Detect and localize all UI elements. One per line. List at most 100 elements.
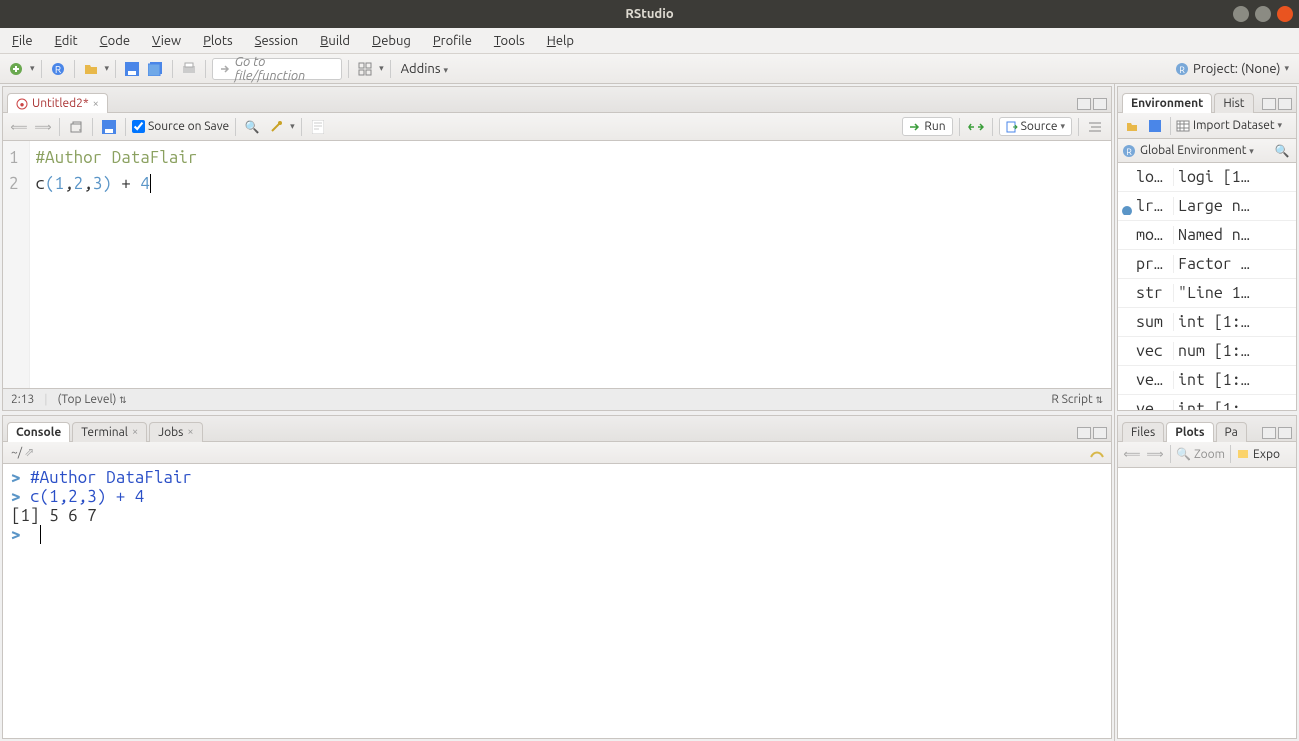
clear-console-icon[interactable] xyxy=(1089,445,1105,459)
report-icon[interactable] xyxy=(308,117,328,137)
export-button[interactable]: Export xyxy=(1236,448,1281,461)
env-row[interactable]: ve…int [1:… xyxy=(1118,395,1296,410)
tab-history[interactable]: History xyxy=(1214,93,1254,113)
scope-selector[interactable]: (Top Level) ⇅ xyxy=(58,393,127,406)
back-icon[interactable]: ⟸ xyxy=(9,117,29,137)
save-workspace-icon[interactable] xyxy=(1145,116,1165,136)
env-scope-selector[interactable]: Global Environment ▾ xyxy=(1140,144,1254,157)
env-row[interactable]: lo…logi [1… xyxy=(1118,163,1296,192)
export-icon xyxy=(1236,448,1250,460)
menu-edit[interactable]: Edit xyxy=(51,32,82,50)
popout-icon[interactable] xyxy=(66,117,86,137)
close-terminal-icon[interactable]: × xyxy=(132,426,138,438)
svg-text:R: R xyxy=(1126,147,1132,157)
code-area[interactable]: #Author DataFlairc(1,2,3) + 4 xyxy=(30,141,1111,388)
print-icon[interactable] xyxy=(179,59,199,79)
minimize-button[interactable] xyxy=(1233,6,1249,22)
console-tabbar: Console Terminal × Jobs × xyxy=(3,416,1111,442)
minimize-env-icon[interactable] xyxy=(1262,98,1276,110)
console-path-bar: ~/ ⇗ xyxy=(3,442,1111,464)
gutter: 12 xyxy=(3,141,30,388)
menu-code[interactable]: Code xyxy=(96,32,134,50)
tab-environment[interactable]: Environment xyxy=(1122,93,1212,113)
env-row[interactable]: pr…Factor … xyxy=(1118,250,1296,279)
close-jobs-icon[interactable]: × xyxy=(187,426,193,438)
minimize-console-icon[interactable] xyxy=(1077,427,1091,439)
forward-icon[interactable]: ⟹ xyxy=(33,117,53,137)
open-icon[interactable] xyxy=(81,59,101,79)
save-all-icon[interactable] xyxy=(146,59,166,79)
console-output[interactable]: > #Author DataFlair> c(1,2,3) + 4[1] 5 6… xyxy=(3,464,1111,739)
open-caret[interactable]: ▾ xyxy=(105,63,110,74)
env-row[interactable]: ve…int [1:… xyxy=(1118,366,1296,395)
language-selector[interactable]: R Script ⇅ xyxy=(1051,393,1103,406)
menu-plots[interactable]: Plots xyxy=(199,32,237,50)
window-title: RStudio xyxy=(0,7,1299,21)
env-row[interactable]: vecnum [1:… xyxy=(1118,337,1296,366)
wand-icon[interactable] xyxy=(266,117,286,137)
run-button[interactable]: Run xyxy=(902,117,952,136)
plots-toolbar: ⟸ ⟹ 🔍 Zoom Export xyxy=(1118,442,1296,468)
goto-arrow-icon xyxy=(219,63,231,75)
maximize-console-icon[interactable] xyxy=(1093,427,1107,439)
import-dataset-button[interactable]: Import Dataset ▾ xyxy=(1176,119,1282,132)
menu-profile[interactable]: Profile xyxy=(429,32,476,50)
menu-debug[interactable]: Debug xyxy=(368,32,415,50)
menu-session[interactable]: Session xyxy=(251,32,302,50)
menu-tools[interactable]: Tools xyxy=(490,32,529,50)
tab-files[interactable]: Files xyxy=(1122,422,1164,442)
minimize-plots-icon[interactable] xyxy=(1262,427,1276,439)
console-path: ~/ xyxy=(11,446,22,459)
menu-view[interactable]: View xyxy=(148,32,185,50)
minimize-pane-icon[interactable] xyxy=(1077,98,1091,110)
maximize-plots-icon[interactable] xyxy=(1278,427,1292,439)
grid-caret[interactable]: ▾ xyxy=(379,63,384,74)
env-row[interactable]: mo…Named n… xyxy=(1118,221,1296,250)
tab-terminal[interactable]: Terminal × xyxy=(72,422,147,442)
tab-jobs[interactable]: Jobs × xyxy=(149,422,202,442)
source-on-save-checkbox[interactable]: Source on Save xyxy=(132,120,229,133)
source-tab-label: Untitled2* xyxy=(32,97,89,110)
addins-button[interactable]: Addins ▾ xyxy=(397,60,452,78)
code-editor[interactable]: 12 #Author DataFlairc(1,2,3) + 4 xyxy=(3,141,1111,388)
load-workspace-icon[interactable] xyxy=(1122,116,1142,136)
grid-icon[interactable] xyxy=(355,59,375,79)
save-source-icon[interactable] xyxy=(99,117,119,137)
source-toolbar: ⟸ ⟹ Source on Save 🔍 ▾ xyxy=(3,113,1111,141)
maximize-pane-icon[interactable] xyxy=(1093,98,1107,110)
menu-build[interactable]: Build xyxy=(316,32,354,50)
outline-icon[interactable] xyxy=(1085,117,1105,137)
console-path-arrow-icon[interactable]: ⇗ xyxy=(24,445,34,459)
new-file-icon[interactable] xyxy=(6,59,26,79)
goto-file-input[interactable]: Go to file/function xyxy=(212,58,342,80)
cursor-position: 2:13 xyxy=(11,393,34,406)
menu-file[interactable]: File xyxy=(8,32,37,50)
close-tab-icon[interactable]: × xyxy=(93,98,99,110)
wand-caret[interactable]: ▾ xyxy=(290,121,295,132)
tab-plots[interactable]: Plots xyxy=(1166,422,1213,442)
project-selector[interactable]: R Project: (None) ▾ xyxy=(1171,62,1293,76)
env-row[interactable]: str"Line 1… xyxy=(1118,279,1296,308)
env-search-icon[interactable]: 🔍 xyxy=(1272,141,1292,161)
save-icon[interactable] xyxy=(122,59,142,79)
close-button[interactable] xyxy=(1277,6,1293,22)
new-project-icon[interactable]: R xyxy=(48,59,68,79)
new-file-caret[interactable]: ▾ xyxy=(30,63,35,74)
source-tab[interactable]: ● Untitled2* × xyxy=(7,93,108,113)
env-toolbar: Import Dataset ▾ xyxy=(1118,113,1296,139)
zoom-button[interactable]: 🔍 Zoom xyxy=(1176,447,1225,461)
tab-console[interactable]: Console xyxy=(7,422,70,442)
tab-packages[interactable]: Pa xyxy=(1216,422,1247,442)
find-icon[interactable]: 🔍 xyxy=(242,117,262,137)
plot-forward-icon[interactable]: ⟹ xyxy=(1145,444,1165,464)
maximize-button[interactable] xyxy=(1255,6,1271,22)
maximize-env-icon[interactable] xyxy=(1278,98,1292,110)
main-toolbar: ▾ R ▾ Go to file/function ▾ Addins ▾ R P… xyxy=(0,54,1299,84)
source-button[interactable]: Source ▾ xyxy=(999,117,1072,136)
rerun-icon[interactable] xyxy=(966,117,986,137)
env-table[interactable]: lo…logi [1…lr…Large n…mo…Named n…pr…Fact… xyxy=(1118,163,1296,410)
env-row[interactable]: lr…Large n… xyxy=(1118,192,1296,221)
menu-help[interactable]: Help xyxy=(543,32,578,50)
plot-back-icon[interactable]: ⟸ xyxy=(1122,444,1142,464)
env-row[interactable]: sumint [1:… xyxy=(1118,308,1296,337)
